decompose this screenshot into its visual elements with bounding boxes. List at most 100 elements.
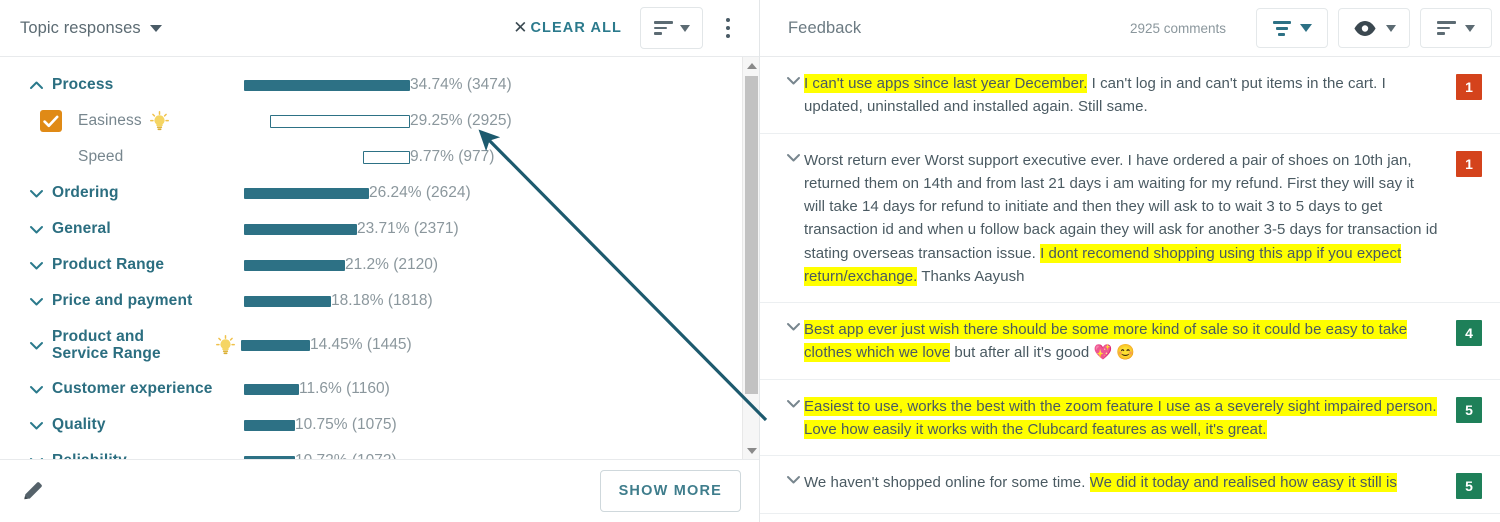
highlighted-phrase: Easiest to use, works the best with the … [804,396,1437,439]
topic-bar-area: 23.71% (2371) [244,211,459,247]
more-vertical-icon [726,34,730,38]
topic-row[interactable]: Process 34.74% (3474) [0,67,759,103]
more-options-button[interactable] [711,8,745,48]
topic-row[interactable]: Customer experience 11.6% (1160) [0,371,759,407]
feedback-comment[interactable]: Best app ever just wish there should be … [760,303,1500,380]
comment-expand-toggle[interactable] [782,75,804,86]
chevron-down-icon [29,225,43,233]
insight-lightbulb-icon [216,335,235,355]
topic-expand-toggle[interactable] [28,456,44,459]
topic-row[interactable]: Product Range 21.2% (2120) [0,247,759,283]
scroll-down-button[interactable] [743,442,760,459]
topic-bar-area: 18.18% (1818) [244,283,433,319]
comment-body: Easiest to use, works the best with the … [804,395,1456,442]
feedback-comment[interactable]: I can't use apps since last year Decembe… [760,57,1500,134]
comment-score-badge: 5 [1456,473,1482,499]
comment-score-badge: 1 [1456,74,1482,100]
topic-list-scrollbar[interactable] [742,57,759,459]
lightbulb-icon [216,335,235,355]
topic-expand-toggle[interactable] [28,80,44,91]
topic-expand-toggle[interactable] [28,420,44,431]
clear-all-button[interactable]: ✕ CLEAR ALL [513,18,622,38]
topic-bar [244,79,410,91]
subtopic-checkbox-checked[interactable] [40,110,62,132]
topic-value-label: 23.71% (2371) [357,220,459,237]
topic-bar [244,419,295,431]
topic-expand-toggle[interactable] [28,384,44,395]
show-more-button[interactable]: SHOW MORE [599,470,741,512]
chevron-down-icon [29,341,43,349]
chevron-down-icon [29,261,43,269]
scrollbar-thumb[interactable] [745,76,758,394]
checkmark-icon [43,115,59,127]
topic-value-label: 21.2% (2120) [345,256,439,273]
chevron-up-icon [29,81,43,89]
topic-bar [244,295,331,307]
topic-list: Process 34.74% (3474) Easiness 29.25% (2925… [0,57,759,459]
comment-expand-toggle[interactable] [782,321,804,332]
comment-body: We haven't shopped online for some time.… [804,471,1456,494]
edit-button[interactable] [20,478,46,504]
topic-bar [244,455,295,459]
topic-label: Speed [78,148,124,165]
topic-label: Customer experience [52,380,213,397]
comment-body: Worst return ever Worst support executiv… [804,149,1456,289]
topic-bar-area: 14.45% (1445) [216,319,412,371]
topic-row[interactable]: Product and Service Range 14.45% (1445) [0,319,759,371]
topic-row[interactable]: Ordering 26.24% (2624) [0,175,759,211]
topic-panel-footer: SHOW MORE [0,459,759,522]
topic-bar-area: 29.25% (2925) [270,103,512,139]
chevron-down-icon [149,24,162,32]
topic-value-label: 14.45% (1445) [310,336,412,353]
topic-sort-dropdown[interactable] [640,7,703,49]
topic-expand-toggle[interactable] [28,296,44,307]
more-vertical-icon [726,18,730,22]
comment-expand-toggle[interactable] [782,398,804,409]
topic-analysis-app: Topic responses ✕ CLEAR ALL Process 34.74… [0,0,1500,522]
feedback-sort-dropdown[interactable] [1420,8,1492,48]
topic-responses-dropdown[interactable]: Topic responses [20,19,162,38]
subtopic-row[interactable]: Speed 9.77% (977) [0,139,759,175]
topic-panel-header: Topic responses ✕ CLEAR ALL [0,0,759,57]
chevron-down-icon [1465,24,1475,32]
feedback-comment[interactable]: Easiest to use, works the best with the … [760,380,1500,456]
chevron-down-icon [746,447,757,454]
chevron-down-icon [786,153,800,161]
chevron-down-icon [1299,24,1312,32]
topic-value-label: 29.25% (2925) [410,112,512,129]
filter-icon [1272,20,1291,36]
chevron-down-icon [786,399,800,407]
topic-label: General [52,220,111,237]
feedback-title: Feedback [788,18,862,37]
chevron-down-icon [786,323,800,331]
topic-expand-toggle[interactable] [28,340,44,351]
scroll-up-button[interactable] [743,57,760,74]
topic-expand-toggle[interactable] [28,188,44,199]
topic-expand-toggle[interactable] [28,260,44,271]
topic-label: Ordering [52,184,119,201]
highlighted-phrase: We did it today and realised how easy it… [1089,473,1397,492]
close-icon: ✕ [513,18,528,37]
pencil-icon [24,482,42,500]
comment-expand-toggle[interactable] [782,152,804,163]
topic-label: Reliability [52,452,127,459]
subtopic-row[interactable]: Easiness 29.25% (2925) [0,103,759,139]
panel-title: Topic responses [20,18,141,37]
topic-value-label: 10.75% (1075) [295,416,397,433]
comment-body: I can't use apps since last year Decembe… [804,72,1456,119]
topic-bar-area: 10.72% (1072) [244,443,397,459]
feedback-comment[interactable]: We haven't shopped online for some time.… [760,456,1500,514]
topic-row[interactable]: Quality 10.75% (1075) [0,407,759,443]
topic-bar [270,114,410,128]
chevron-down-icon [29,457,43,459]
topic-expand-toggle[interactable] [28,224,44,235]
comment-expand-toggle[interactable] [782,474,804,485]
topic-row[interactable]: Reliability 10.72% (1072) [0,443,759,459]
chevron-down-icon [786,77,800,85]
topic-row[interactable]: Price and payment 18.18% (1818) [0,283,759,319]
feedback-filter-dropdown[interactable] [1256,8,1328,48]
topic-row[interactable]: General 23.71% (2371) [0,211,759,247]
feedback-visibility-dropdown[interactable] [1338,8,1410,48]
feedback-comment[interactable]: Worst return ever Worst support executiv… [760,134,1500,303]
comment-text-segment: We haven't shopped online for some time. [804,474,1090,491]
